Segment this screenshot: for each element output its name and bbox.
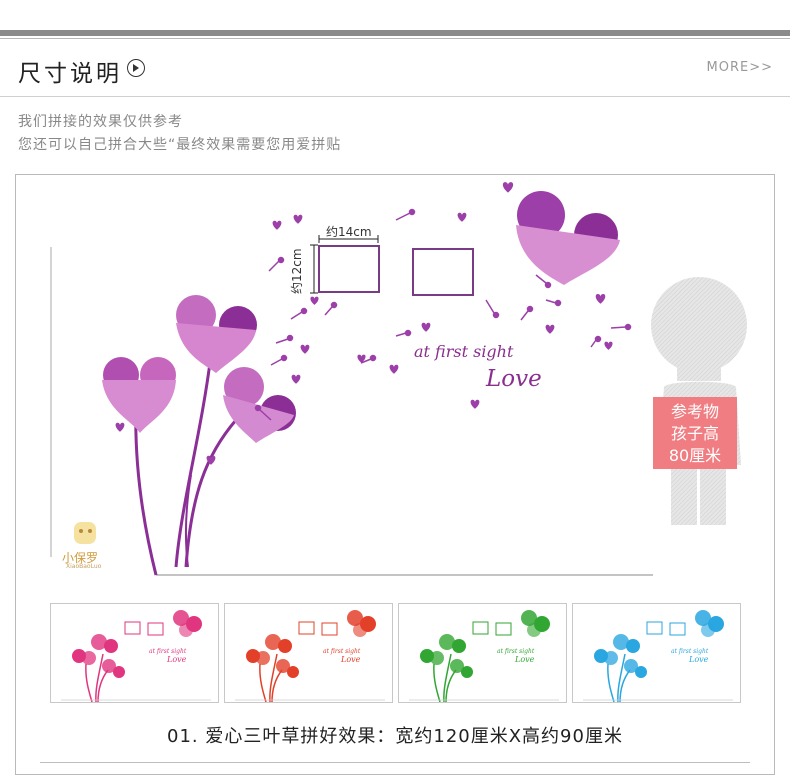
wall-sticker-illustration [50,182,747,576]
floating-heart [457,212,467,222]
kid-label-line: 80厘米 [668,446,722,465]
brand-logo-subtext: XiaoBaoLuo [66,563,102,570]
floating-heart [272,220,282,230]
thumbnail-love: Love [341,655,361,664]
floating-heart [545,324,555,334]
thumbnail-tagline: at first sight [323,648,361,655]
product-caption: 01. 爱心三叶草拼好效果：宽约120厘米X高约90厘米 [167,726,623,747]
more-link[interactable]: MORE>> [707,60,773,75]
floating-heart [502,182,514,193]
thumbnail-art [235,610,385,702]
thumbnail-love: Love [167,655,187,664]
floating-heart [604,341,613,350]
heart-cluster-top-right [516,191,620,285]
kid-reference-label: 参考物 孩子高 80厘米 [653,397,737,469]
thumbnail-tagline: at first sight [149,648,187,655]
thumbnail-tagline: at first sight [671,648,709,655]
floating-heart [470,399,480,409]
floating-heart [115,422,125,432]
thumbnail-love: Love [689,655,709,664]
thumbnail-pink[interactable]: at first sight Love [50,603,219,703]
thumbnail-blue[interactable]: at first sight Love [572,603,741,703]
description-line-2: 您还可以自己拼合大些“最终效果需要您用爱拼贴 [18,137,342,153]
floating-heart [300,344,310,354]
love-text: Love [486,366,542,392]
floating-heart [389,364,399,374]
thumbnail-tagline: at first sight [497,648,535,655]
photo-frame-right [412,248,474,296]
thumbnail-love: Love [515,655,535,664]
top-divider-thick [0,30,790,36]
thumbnail-red[interactable]: at first sight Love [224,603,393,703]
heart-cluster-right [223,367,296,443]
stem-right [184,419,238,568]
heart-cluster-middle [176,295,257,373]
stem-middle [174,354,213,568]
height-label: 约12cm [290,248,304,294]
floating-heart [293,214,303,224]
kid-label-line: 参考物 [670,402,719,421]
thumbnail-art [61,610,211,702]
play-circle-icon[interactable] [127,59,145,77]
section-title: 尺寸说明 [18,61,122,87]
description-line-1: 我们拼接的效果仅供参考 [18,114,183,130]
floating-heart [421,322,431,332]
floating-heart [291,374,301,384]
kid-label-line: 孩子高 [670,424,719,443]
thumbnail-art [583,610,733,702]
thumbnail-green[interactable]: at first sight Love [398,603,567,703]
width-label: 约14cm [326,225,372,239]
floating-heart [595,293,606,304]
heart-cluster-left [102,357,176,433]
tagline-text: at first sight [414,342,514,361]
section-header: 尺寸说明 MORE>> [0,39,790,97]
photo-frame-left [318,245,380,293]
thumbnail-art [409,610,559,702]
bottom-divider [40,762,750,763]
floating-heart [310,296,319,305]
